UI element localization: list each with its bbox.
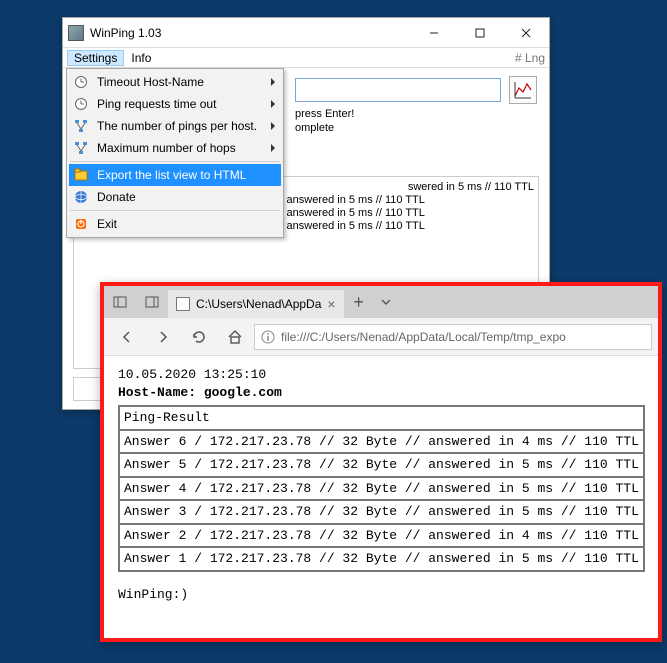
chart-icon [513, 80, 533, 100]
menu-label: The number of pings per host. [97, 119, 271, 133]
chart-button[interactable] [509, 76, 537, 104]
menu-label: Donate [97, 190, 279, 204]
menu-max-hops[interactable]: Maximum number of hops [69, 137, 281, 159]
menu-separator [70, 210, 280, 211]
page-content: 10.05.2020 13:25:10 Host-Name: google.co… [104, 356, 658, 613]
close-icon [521, 28, 531, 38]
menu-ping-requests-timeout[interactable]: Ping requests time out [69, 93, 281, 115]
table-row: Answer 1 / 172.217.23.78 // 32 Byte // a… [119, 547, 644, 571]
table-cell: Answer 1 / 172.217.23.78 // 32 Byte // a… [119, 547, 644, 571]
timestamp: 10.05.2020 13:25:10 [118, 366, 644, 384]
chevron-right-icon [271, 100, 275, 108]
menu-number-of-pings[interactable]: The number of pings per host. [69, 115, 281, 137]
refresh-icon [191, 329, 207, 345]
maximize-icon [475, 28, 485, 38]
minimize-button[interactable] [411, 18, 457, 47]
menu-lng[interactable]: # Lng [515, 51, 545, 65]
titlebar: WinPing 1.03 [63, 18, 549, 48]
menu-label: Export the list view to HTML [97, 168, 279, 182]
host-input[interactable] [295, 78, 501, 102]
table-cell: Answer 5 / 172.217.23.78 // 32 Byte // a… [119, 453, 644, 477]
menu-label: Ping requests time out [97, 97, 271, 111]
panel-icon [145, 295, 159, 309]
menu-donate[interactable]: Donate [69, 186, 281, 208]
maximize-button[interactable] [457, 18, 503, 47]
url-text: file:///C:/Users/Nenad/AppData/Local/Tem… [281, 330, 566, 344]
browser-window: C:\Users\Nenad\AppDa × + file:///C:/User… [100, 282, 662, 642]
table-cell: Answer 2 / 172.217.23.78 // 32 Byte // a… [119, 524, 644, 548]
arrow-left-icon [119, 329, 135, 345]
menu-label: Maximum number of hops [97, 141, 271, 155]
document-icon [176, 297, 190, 311]
tab-title: C:\Users\Nenad\AppDa [196, 297, 321, 311]
back-button[interactable] [110, 322, 144, 352]
sidebar-toggle-button[interactable] [104, 286, 136, 318]
window-title: WinPing 1.03 [90, 26, 411, 40]
hint-text: press Enter! [295, 108, 354, 120]
minimize-icon [429, 28, 439, 38]
network-icon [71, 140, 91, 156]
host-line: Host-Name: google.com [118, 384, 644, 402]
exit-icon [71, 216, 91, 232]
table-header: Ping-Result [119, 406, 644, 430]
table-cell: Answer 3 / 172.217.23.78 // 32 Byte // a… [119, 500, 644, 524]
home-icon [227, 329, 243, 345]
page-footer: WinPing:) [118, 586, 644, 604]
table-row: Answer 3 / 172.217.23.78 // 32 Byte // a… [119, 500, 644, 524]
table-cell: Answer 4 / 172.217.23.78 // 32 Byte // a… [119, 477, 644, 501]
home-button[interactable] [218, 322, 252, 352]
menu-label: Exit [97, 217, 279, 231]
chevron-right-icon [271, 122, 275, 130]
address-bar[interactable]: file:///C:/Users/Nenad/AppData/Local/Tem… [254, 324, 652, 350]
browser-toolbar: file:///C:/Users/Nenad/AppData/Local/Tem… [104, 318, 658, 356]
menu-separator [70, 161, 280, 162]
menu-timeout-hostname[interactable]: Timeout Host-Name [69, 71, 281, 93]
tab-close-button[interactable]: × [327, 296, 335, 312]
refresh-button[interactable] [182, 322, 216, 352]
panel-icon [113, 295, 127, 309]
globe-icon [71, 189, 91, 205]
chevron-down-icon [381, 297, 391, 307]
table-cell: Answer 6 / 172.217.23.78 // 32 Byte // a… [119, 430, 644, 454]
settings-dropdown: Timeout Host-Name Ping requests time out… [66, 68, 284, 238]
clock-icon [71, 96, 91, 112]
chevron-right-icon [271, 78, 275, 86]
forward-button[interactable] [146, 322, 180, 352]
table-row: Answer 2 / 172.217.23.78 // 32 Byte // a… [119, 524, 644, 548]
menu-exit[interactable]: Exit [69, 213, 281, 235]
menu-settings[interactable]: Settings [67, 50, 124, 66]
chevron-right-icon [271, 144, 275, 152]
close-button[interactable] [503, 18, 549, 47]
table-row: Answer 6 / 172.217.23.78 // 32 Byte // a… [119, 430, 644, 454]
menubar: Settings Info # Lng [63, 48, 549, 68]
app-icon [68, 25, 84, 41]
menu-export-html[interactable]: Export the list view to HTML [69, 164, 281, 186]
arrow-right-icon [155, 329, 171, 345]
new-tab-button[interactable]: + [344, 286, 374, 318]
browser-tab[interactable]: C:\Users\Nenad\AppDa × [168, 290, 344, 318]
clock-icon [71, 74, 91, 90]
ping-result-table: Ping-Result Answer 6 / 172.217.23.78 // … [118, 405, 645, 572]
network-icon [71, 118, 91, 134]
hint-text2: omplete [295, 122, 334, 134]
sidebar-toggle-button-2[interactable] [136, 286, 168, 318]
browser-tabbar: C:\Users\Nenad\AppDa × + [104, 286, 658, 318]
info-icon [261, 330, 275, 344]
menu-label: Timeout Host-Name [97, 75, 271, 89]
menu-info[interactable]: Info [124, 50, 158, 66]
table-row: Answer 5 / 172.217.23.78 // 32 Byte // a… [119, 453, 644, 477]
table-row: Answer 4 / 172.217.23.78 // 32 Byte // a… [119, 477, 644, 501]
export-icon [71, 167, 91, 183]
tab-overflow-button[interactable] [374, 286, 398, 318]
